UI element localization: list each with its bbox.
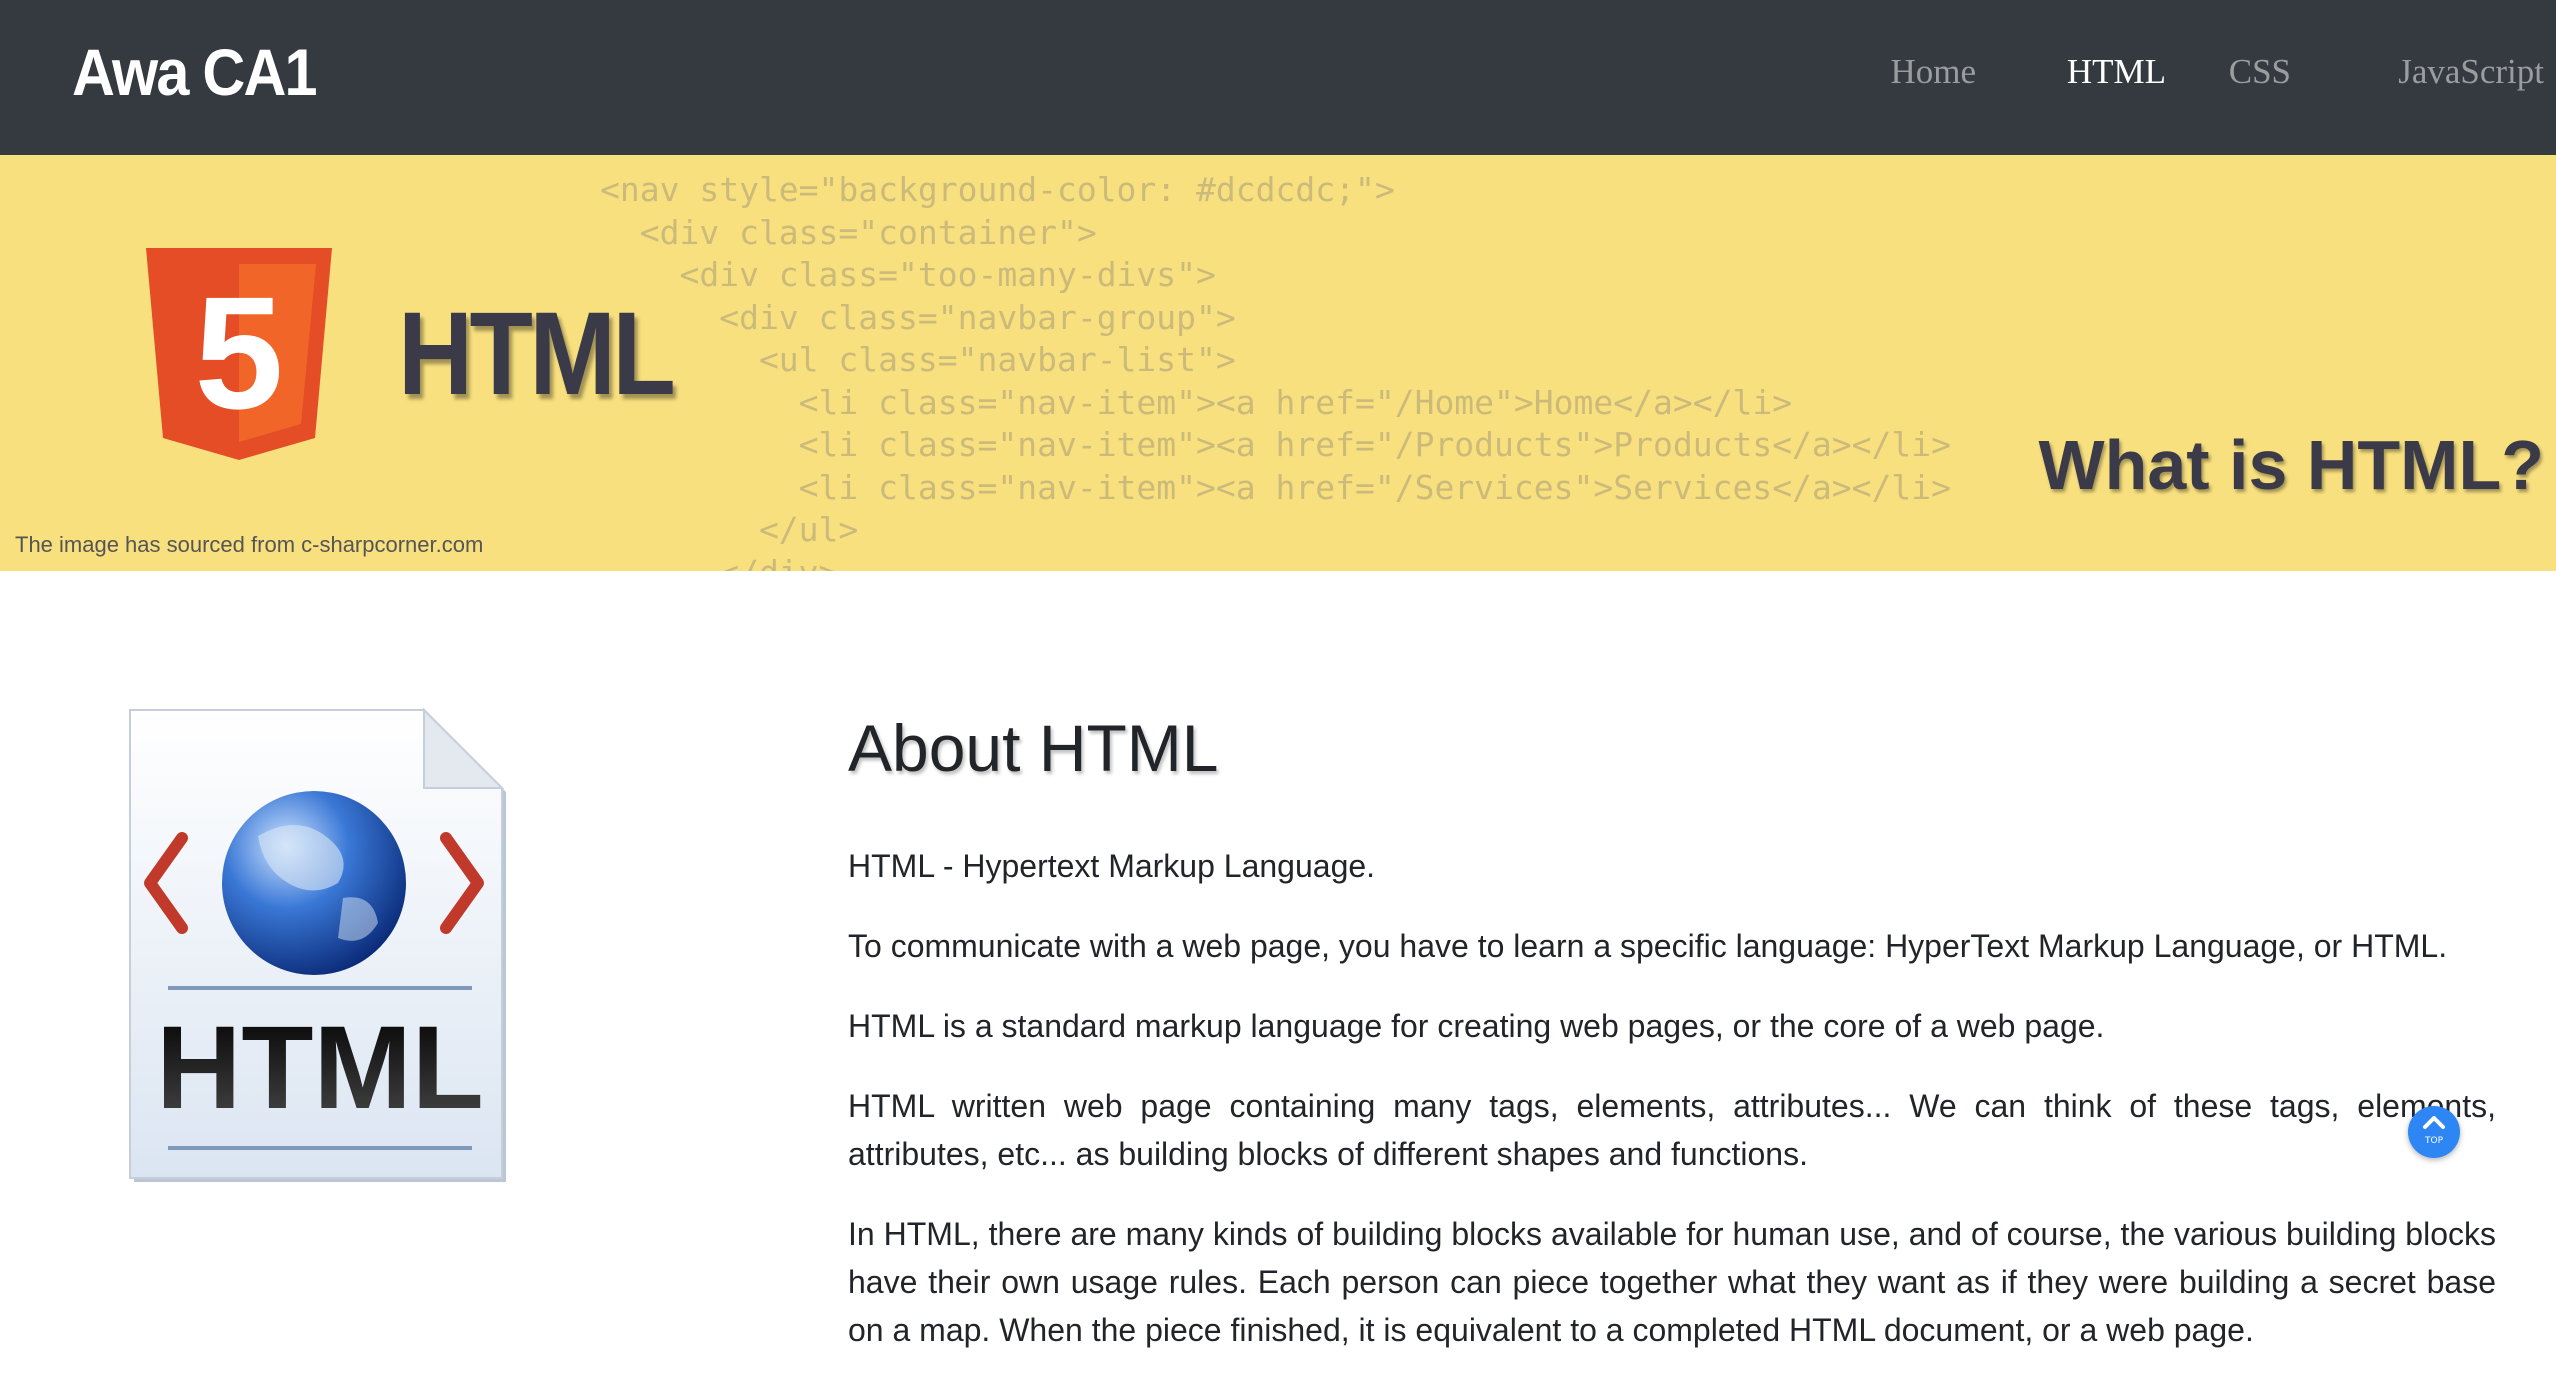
code-line: <li class="nav-item"><a href="/Products"…: [600, 425, 1952, 464]
about-paragraph: HTML is a standard markup language for c…: [848, 1008, 2105, 1044]
code-line: </div>: [600, 553, 838, 572]
hero-banner: <nav style="background-color: #dcdcdc;">…: [0, 155, 2556, 571]
about-paragraph: In HTML, there are many kinds of buildin…: [848, 1216, 2496, 1348]
code-line: <li class="nav-item"><a href="/Services"…: [600, 467, 1952, 507]
hero-logo-wordmark: HTML: [398, 288, 676, 420]
about-heading: About HTML: [848, 711, 1219, 785]
chevron-up-icon: [2423, 1116, 2445, 1129]
scroll-to-top-button[interactable]: TOP: [2408, 1106, 2460, 1158]
code-line: <div class="navbar-group">: [600, 297, 1236, 337]
html-file-label: HTML: [156, 1002, 484, 1134]
code-snippet-background: <nav style="background-color: #dcdcdc;">…: [600, 169, 1951, 571]
about-content: HTML - Hypertext Markup Language. To com…: [848, 842, 2496, 1386]
scroll-to-top-label: TOP: [2424, 1136, 2443, 1146]
code-line: <nav style="background-color: #dcdcdc;">: [600, 170, 1395, 209]
code-line: <li class="nav-item"><a href="/Home">Hom…: [600, 382, 1793, 422]
image-credit: The image has sourced from c-sharpcorner…: [15, 532, 484, 557]
nav-link-home[interactable]: Home: [1890, 52, 1976, 92]
html5-shield-icon: 5: [146, 248, 332, 460]
code-line: <div class="container">: [600, 212, 1097, 252]
html5-shield-digit: 5: [195, 263, 284, 442]
html-file-icon: HTML: [129, 708, 506, 1182]
about-paragraph: HTML written web page containing many ta…: [848, 1088, 2496, 1172]
about-paragraph: HTML - Hypertext Markup Language.: [848, 848, 1376, 884]
nav-link-css[interactable]: CSS: [2229, 52, 2291, 92]
code-line: <div class="too-many-divs">: [600, 255, 1216, 294]
about-paragraph: To communicate with a web page, you have…: [848, 928, 2448, 964]
nav-link-javascript[interactable]: JavaScript: [2398, 52, 2544, 92]
code-line: <ul class="navbar-list">: [600, 340, 1236, 379]
code-line: </ul>: [600, 510, 859, 549]
hero-heading: What is HTML?: [2038, 426, 2544, 504]
top-navbar: Awa CA1 Home HTML CSS JavaScript: [0, 0, 2556, 155]
brand-logo[interactable]: Awa CA1: [72, 34, 318, 110]
nav-link-html[interactable]: HTML: [2067, 52, 2166, 92]
